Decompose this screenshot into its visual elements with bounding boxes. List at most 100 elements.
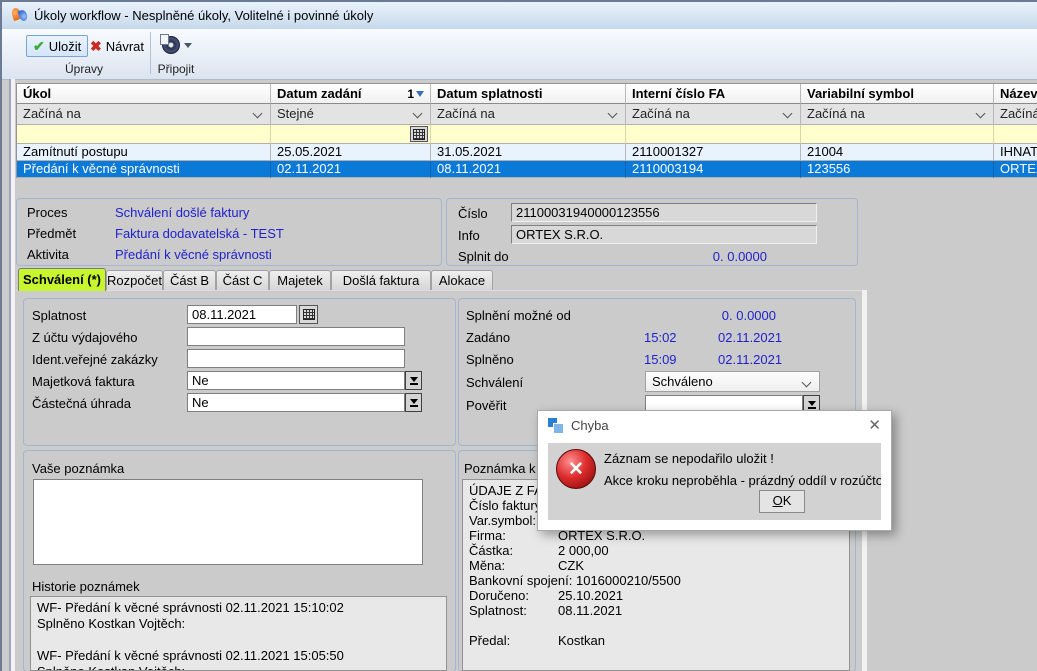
- app-window: Úkoly workflow - Nesplněné úkoly, Volite…: [0, 0, 1037, 671]
- poverit-label: Pověřit: [466, 398, 506, 413]
- zadano-date: 02.11.2021: [718, 330, 782, 345]
- chevron-down-icon: [976, 109, 986, 119]
- history-memo[interactable]: WF- Předání k věcné správnosti 02.11.202…: [30, 596, 447, 671]
- splneno-label: Splněno: [466, 352, 514, 367]
- search-input-variabilni-symbol[interactable]: [801, 125, 994, 144]
- splneno-time: 15:09: [644, 352, 677, 367]
- tab-alokace[interactable]: Alokace: [431, 270, 493, 290]
- arrow-down-icon: [410, 399, 418, 404]
- tab-rozpocet[interactable]: Rozpočet: [106, 270, 163, 290]
- search-input-datum-zadani[interactable]: [271, 125, 431, 144]
- dialog-body: ✕ Záznam se nepodařilo uložit ! Akce kro…: [548, 443, 881, 520]
- z-uctu-field[interactable]: [187, 327, 405, 346]
- tab-cast-b[interactable]: Část B: [163, 270, 216, 290]
- splneni-label: Splnění možné od: [466, 308, 571, 323]
- filter-select-datum-zadani[interactable]: Stejné: [271, 104, 431, 125]
- save-button-label: Uložit: [49, 39, 82, 54]
- column-header-nazev[interactable]: Název f: [994, 84, 1037, 104]
- chevron-down-icon: [413, 109, 423, 119]
- tab-schvaleni[interactable]: Schválení (*): [18, 268, 106, 291]
- history-line: Splněno Kostkan Vojtěch:: [37, 664, 440, 671]
- proces-label: Proces: [27, 205, 67, 220]
- calendar-button[interactable]: [410, 126, 428, 142]
- calendar-icon: [303, 309, 315, 320]
- save-button[interactable]: ✔ Uložit: [26, 35, 88, 57]
- attach-button[interactable]: [156, 34, 198, 56]
- calendar-button[interactable]: [299, 305, 318, 324]
- ident-field[interactable]: [187, 349, 405, 368]
- column-header-datum-zadani[interactable]: Datum zadání 1: [271, 84, 431, 104]
- grid-filter-row: Začíná na Stejné Začíná na Začíná na Zač…: [17, 104, 1037, 125]
- schvaleni-label: Schválení: [466, 375, 523, 390]
- zadano-time: 15:02: [644, 330, 677, 345]
- ident-label: Ident.veřejné zakázky: [32, 352, 158, 367]
- history-line: WF- Předání k věcné správnosti 02.11.202…: [37, 600, 440, 616]
- table-row-selected[interactable]: Předání k věcné správnosti 02.11.2021 08…: [17, 161, 1037, 178]
- grid-search-row: [17, 125, 1037, 144]
- splatnost-field[interactable]: 08.11.2021: [187, 305, 297, 324]
- column-header-ukol[interactable]: Úkol: [17, 84, 271, 104]
- history-line: [37, 632, 440, 648]
- vase-poznamka-label: Vaše poznámka: [32, 461, 124, 476]
- attach-group-label: Připojit: [146, 62, 206, 76]
- vase-poznamka-textarea[interactable]: [33, 479, 423, 565]
- predmet-value: Faktura dodavatelská - TEST: [115, 226, 284, 241]
- invoice-line: Měna:CZK: [469, 558, 843, 573]
- chevron-down-icon: [608, 109, 618, 119]
- history-line: WF- Předání k věcné správnosti 02.11.202…: [37, 648, 440, 664]
- tab-majetek[interactable]: Majetek: [269, 270, 331, 290]
- title-bar: Úkoly workflow - Nesplněné úkoly, Volite…: [2, 2, 1037, 30]
- invoice-line: Předal:Kostkan: [469, 633, 843, 648]
- search-input-interni-cislo[interactable]: [626, 125, 801, 144]
- ok-button[interactable]: OK: [759, 490, 805, 513]
- column-header-variabilni-symbol[interactable]: Variabilní symbol: [801, 84, 994, 104]
- tab-cast-c[interactable]: Část C: [216, 270, 269, 290]
- x-icon: ✖: [90, 38, 102, 55]
- process-info-box: Proces Schválení došlé faktury Předmět F…: [16, 198, 442, 266]
- splnit-do-label: Splnit do: [458, 249, 509, 264]
- majetkova-dropdown-button[interactable]: [405, 371, 422, 390]
- task-grid: Úkol Datum zadání 1 Datum splatnosti Int…: [16, 83, 1037, 178]
- filter-select-nazev[interactable]: Začíná: [994, 104, 1037, 125]
- zadano-label: Zadáno: [466, 330, 510, 345]
- window-title: Úkoly workflow - Nesplněné úkoly, Volite…: [34, 8, 373, 23]
- chevron-down-icon: [253, 109, 263, 119]
- sort-indicator: 1: [407, 84, 424, 104]
- sort-arrow-icon: [416, 91, 424, 97]
- disc-icon: [162, 36, 180, 54]
- z-uctu-label: Z účtu výdajového: [32, 330, 138, 345]
- close-button[interactable]: ✕: [868, 416, 881, 434]
- majetkova-field[interactable]: Ne: [187, 371, 405, 390]
- splneni-value: 0. 0.0000: [690, 308, 776, 323]
- error-message-line1: Záznam se nepodařilo uložit !: [604, 451, 774, 466]
- column-header-datum-splatnosti[interactable]: Datum splatnosti: [431, 84, 626, 104]
- dialog-title: Chyba: [571, 418, 609, 433]
- arrow-down-icon: [808, 401, 816, 406]
- filter-select-ukol[interactable]: Začíná na: [17, 104, 271, 125]
- proces-value: Schválení došlé faktury: [115, 205, 249, 220]
- table-row[interactable]: Zamítnutí postupu 25.05.2021 31.05.2021 …: [17, 144, 1037, 161]
- filter-select-interni-cislo[interactable]: Začíná na: [626, 104, 801, 125]
- search-input-nazev[interactable]: [994, 125, 1037, 144]
- search-input-datum-splatnosti[interactable]: [431, 125, 626, 144]
- castecna-field[interactable]: Ne: [187, 393, 405, 412]
- back-button[interactable]: ✖ Návrat: [84, 35, 150, 57]
- majetkova-label: Majetková faktura: [32, 374, 135, 389]
- castecna-dropdown-button[interactable]: [405, 393, 422, 412]
- invoice-line: [469, 618, 843, 633]
- tab-dosla-faktura[interactable]: Došlá faktura: [331, 270, 431, 290]
- splatnost-label: Splatnost: [32, 308, 86, 323]
- invoice-line: Doručeno:25.10.2021: [469, 588, 843, 603]
- error-icon: ✕: [556, 449, 596, 489]
- column-header-interni-cislo[interactable]: Interní číslo FA: [626, 84, 801, 104]
- filter-select-datum-splatnosti[interactable]: Začíná na: [431, 104, 626, 125]
- aktivita-label: Aktivita: [27, 247, 69, 262]
- search-input-ukol[interactable]: [17, 125, 271, 144]
- info-field[interactable]: ORTEX S.R.O.: [511, 225, 817, 244]
- cislo-field[interactable]: 21100031940000123556: [511, 203, 817, 222]
- filter-select-variabilni-symbol[interactable]: Začíná na: [801, 104, 994, 125]
- invoice-line: Částka:2 000,00: [469, 543, 843, 558]
- castecna-label: Částečná úhrada: [32, 396, 131, 411]
- schvaleni-select[interactable]: Schváleno: [645, 371, 820, 392]
- cislo-label: Číslo: [458, 206, 488, 221]
